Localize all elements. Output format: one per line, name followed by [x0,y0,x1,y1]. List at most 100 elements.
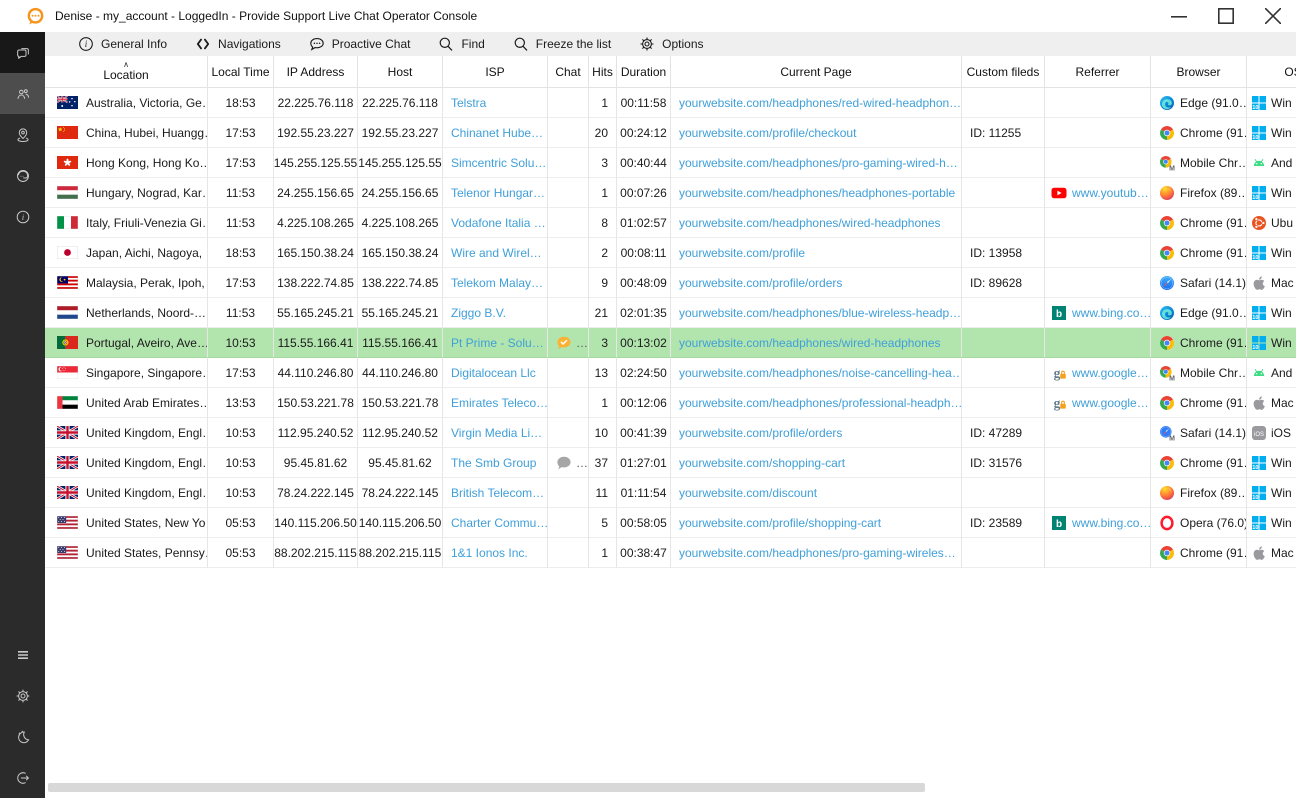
toolbar-button-proactive-chat[interactable]: Proactive Chat [309,36,411,52]
cell-location: United States, New Yo… [45,508,208,538]
current-page-link[interactable]: yourwebsite.com/headphones/wired-headpho… [679,216,941,230]
isp-link[interactable]: Vodafone Italia … [451,216,546,230]
visitor-row[interactable]: Hungary, Nograd, Kar…11:5324.255.156.652… [45,178,1296,208]
referrer-link[interactable]: www.google… [1072,366,1149,380]
current-page-link[interactable]: yourwebsite.com/headphones/blue-wireless… [679,306,961,320]
column-header-browser[interactable]: Browser [1151,56,1247,88]
column-label-custom: Custom fileds [967,65,1040,79]
sidebar-item-chats[interactable] [0,32,45,73]
current-page-link[interactable]: yourwebsite.com/profile/checkout [679,126,856,140]
cell-chat [548,358,589,388]
isp-link[interactable]: Simcentric Solu… [451,156,546,170]
isp-link[interactable]: The Smb Group [451,456,536,470]
column-header-isp[interactable]: ISP [443,56,548,88]
horizontal-scrollbar-thumb[interactable] [48,783,925,792]
isp-link[interactable]: Charter Commu… [451,516,548,530]
isp-link[interactable]: British Telecom… [451,486,544,500]
cell-host: 22.225.76.118 [358,88,443,118]
cell-ip-address: 138.222.74.85 [274,268,358,298]
column-header-page[interactable]: Current Page [671,56,962,88]
column-header-hits[interactable]: Hits [589,56,617,88]
cell-custom-fields [962,178,1045,208]
isp-link[interactable]: Digitalocean Llc [451,366,536,380]
referrer-link[interactable]: www.bing.co… [1072,516,1151,530]
cell-custom-fields [962,388,1045,418]
column-header-referrer[interactable]: Referrer [1045,56,1151,88]
visitor-row[interactable]: United States, New Yo…05:53140.115.206.5… [45,508,1296,538]
current-page-link[interactable]: yourwebsite.com/headphones/pro-gaming-wi… [679,546,956,560]
current-page-link[interactable]: yourwebsite.com/discount [679,486,817,500]
sidebar-item-visitors[interactable] [0,73,45,114]
referrer-link[interactable]: www.youtub… [1072,186,1149,200]
current-page-link[interactable]: yourwebsite.com/profile/shopping-cart [679,516,881,530]
column-header-chat[interactable]: Chat [548,56,589,88]
sidebar-item-night-mode[interactable] [0,716,45,757]
visitor-row[interactable]: United Kingdom, Engl…10:5395.45.81.6295.… [45,448,1296,478]
close-icon [1265,8,1281,24]
referrer-link[interactable]: www.google… [1072,396,1149,410]
minimize-button[interactable] [1155,0,1202,32]
sidebar-item-menu[interactable] [0,634,45,675]
isp-link[interactable]: 1&1 Ionos Inc. [451,546,528,560]
visitor-row[interactable]: United Kingdom, Engl…10:5378.24.222.1457… [45,478,1296,508]
cell-chat: … [548,448,589,478]
isp-link[interactable]: Telstra [451,96,486,110]
visitor-row[interactable]: United Arab Emirates…13:53150.53.221.781… [45,388,1296,418]
toolbar-button-options[interactable]: Options [639,36,703,52]
isp-link[interactable]: Telenor Hungar… [451,186,545,200]
current-page-link[interactable]: yourwebsite.com/headphones/red-wired-hea… [679,96,961,110]
visitor-row[interactable]: Japan, Aichi, Nagoya, …18:53165.150.38.2… [45,238,1296,268]
column-header-local_time[interactable]: Local Time [208,56,274,88]
visitor-row[interactable]: Hong Kong, Hong Ko…17:53145.255.125.5514… [45,148,1296,178]
close-button[interactable] [1249,0,1296,32]
visitor-row[interactable]: United Kingdom, Engl…10:53112.95.240.521… [45,418,1296,448]
isp-link[interactable]: Virgin Media Li… [451,426,542,440]
sidebar-item-info[interactable]: i [0,196,45,237]
isp-link[interactable]: Telekom Malay… [451,276,543,290]
visitor-row[interactable]: China, Hubei, Huangg…17:53192.55.23.2271… [45,118,1296,148]
toolbar-label-proactive-chat: Proactive Chat [332,37,411,51]
toolbar-button-general-info[interactable]: iGeneral Info [78,36,167,52]
current-page-link[interactable]: yourwebsite.com/headphones/headphones-po… [679,186,955,200]
cell-duration: 01:02:57 [617,208,671,238]
visitor-row[interactable]: Australia, Victoria, Ge…18:5322.225.76.1… [45,88,1296,118]
isp-link[interactable]: Ziggo B.V. [451,306,506,320]
toolbar-button-navigations[interactable]: Navigations [195,36,281,52]
isp-link[interactable]: Chinanet Hube… [451,126,543,140]
visitor-row[interactable]: Netherlands, Noord-…11:5355.165.245.2155… [45,298,1296,328]
isp-link[interactable]: Wire and Wirel… [451,246,542,260]
svg-text:10: 10 [1252,344,1258,350]
sidebar-item-operator[interactable] [0,155,45,196]
current-page-link[interactable]: yourwebsite.com/headphones/wired-headpho… [679,336,941,350]
sidebar-item-logout[interactable] [0,757,45,798]
sidebar-item-visitor-map[interactable] [0,114,45,155]
current-page-link[interactable]: yourwebsite.com/shopping-cart [679,456,845,470]
column-header-location[interactable]: ∧Location [45,56,208,88]
toolbar-button-freeze-the-list[interactable]: Freeze the list [513,36,611,52]
column-header-host[interactable]: Host [358,56,443,88]
column-header-duration[interactable]: Duration [617,56,671,88]
current-page-link[interactable]: yourwebsite.com/headphones/pro-gaming-wi… [679,156,958,170]
visitor-row[interactable]: Malaysia, Perak, Ipoh, …17:53138.222.74.… [45,268,1296,298]
isp-link[interactable]: Pt Prime - Solu… [451,336,544,350]
cell-ip-address: 115.55.166.41 [274,328,358,358]
sidebar-item-settings[interactable] [0,675,45,716]
current-page-link[interactable]: yourwebsite.com/profile/orders [679,426,842,440]
isp-link[interactable]: Emirates Teleco… [451,396,548,410]
current-page-link[interactable]: yourwebsite.com/headphones/noise-cancell… [679,366,962,380]
visitor-row[interactable]: United States, Pennsy…05:5388.202.215.11… [45,538,1296,568]
current-page-link[interactable]: yourwebsite.com/profile/orders [679,276,842,290]
maximize-button[interactable] [1202,0,1249,32]
column-header-custom[interactable]: Custom fileds [962,56,1045,88]
column-header-os[interactable]: OS [1247,56,1296,88]
toolbar-button-find[interactable]: Find [438,36,484,52]
current-page-link[interactable]: yourwebsite.com/profile [679,246,805,260]
visitor-row[interactable]: Singapore, Singapore…17:5344.110.246.804… [45,358,1296,388]
visitor-row[interactable]: Portugal, Aveiro, Ave…10:53115.55.166.41… [45,328,1296,358]
cell-duration: 00:12:06 [617,388,671,418]
current-page-link[interactable]: yourwebsite.com/headphones/professional-… [679,396,962,410]
location-text: China, Hubei, Huangg… [86,126,208,140]
column-header-ip[interactable]: IP Address [274,56,358,88]
referrer-link[interactable]: www.bing.co… [1072,306,1151,320]
visitor-row[interactable]: Italy, Friuli-Venezia Gi…11:534.225.108.… [45,208,1296,238]
